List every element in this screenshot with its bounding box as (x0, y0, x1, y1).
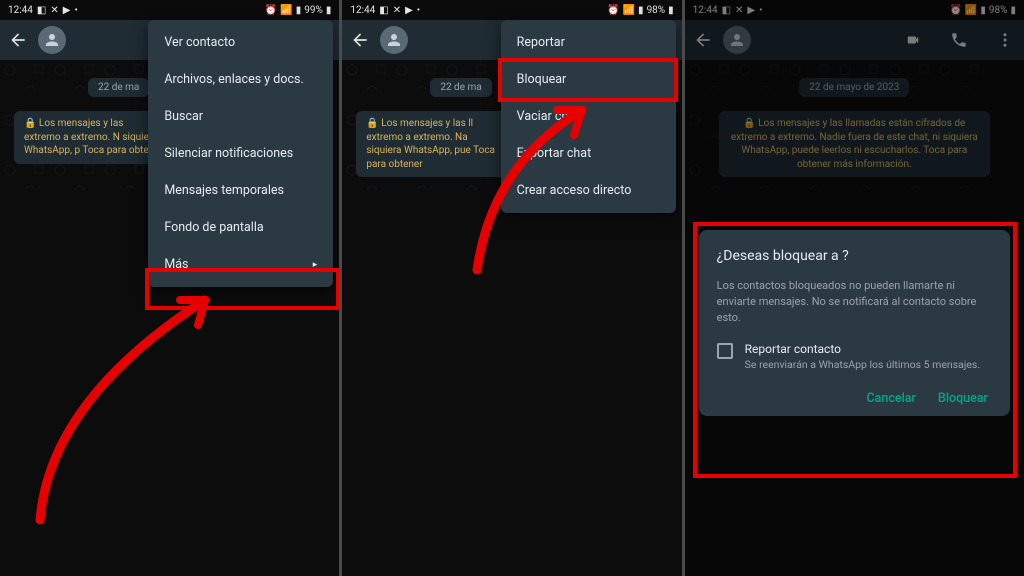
status-bar: 12:44 ◧ ✕ ▶ • ⏰ 📶 ▮ 99% ▮ (0, 0, 339, 20)
chevron-right-icon: ▸ (313, 260, 318, 270)
bird-icon: ✕ (393, 5, 401, 16)
back-button[interactable] (350, 30, 370, 50)
menu-bloquear[interactable]: Bloquear (501, 61, 676, 98)
avatar[interactable] (38, 26, 66, 54)
screenshot-1: 12:44 ◧ ✕ ▶ • ⏰ 📶 ▮ 99% ▮ 22 de ma 🔒 Los… (0, 0, 339, 576)
status-time: 12:44 (8, 5, 33, 16)
date-chip: 22 de mayo de 2023 (799, 78, 909, 97)
menu-archivos[interactable]: Archivos, enlaces y docs. (148, 61, 333, 98)
menu-fondo[interactable]: Fondo de pantalla (148, 209, 333, 246)
signal-icon: ▮ (980, 5, 986, 16)
block-button[interactable]: Bloquear (938, 391, 988, 406)
battery-icon: ▮ (668, 5, 674, 16)
dialog-body: Los contactos bloqueados no pueden llama… (717, 278, 992, 326)
wifi-icon: 📶 (965, 5, 977, 16)
date-chip: 22 de ma (430, 78, 491, 97)
more-options-button[interactable] (994, 29, 1016, 51)
menu-ver-contacto[interactable]: Ver contacto (148, 24, 333, 61)
video-call-button[interactable] (902, 29, 924, 51)
gallery-icon: ◧ (37, 5, 46, 16)
menu-temporales[interactable]: Mensajes temporales (148, 172, 333, 209)
avatar[interactable] (723, 26, 751, 54)
alarm-icon: ⏰ (607, 5, 619, 16)
dot-icon: • (74, 5, 77, 16)
chat-header (685, 20, 1024, 60)
battery-percent: 98% (989, 5, 1008, 16)
menu-acceso-directo[interactable]: Crear acceso directo (501, 172, 676, 209)
dot-icon: • (759, 5, 762, 16)
alarm-icon: ⏰ (949, 5, 961, 16)
battery-percent: 98% (647, 5, 666, 16)
menu-reportar[interactable]: Reportar (501, 24, 676, 61)
cancel-button[interactable]: Cancelar (867, 391, 916, 406)
battery-icon: ▮ (1010, 5, 1016, 16)
dot-icon: • (417, 5, 420, 16)
back-button[interactable] (8, 30, 28, 50)
youtube-icon: ▶ (63, 5, 71, 16)
bird-icon: ✕ (50, 5, 58, 16)
menu-exportar[interactable]: Exportar chat (501, 135, 676, 172)
encryption-notice[interactable]: 🔒 Los mensajes y las llamadas están cifr… (719, 111, 990, 177)
submenu-mas: Reportar Bloquear Vaciar chat Exportar c… (501, 20, 676, 213)
menu-silenciar[interactable]: Silenciar notificaciones (148, 135, 333, 172)
alarm-icon: ⏰ (265, 5, 277, 16)
options-menu: Ver contacto Archivos, enlaces y docs. B… (148, 20, 333, 287)
wifi-icon: 📶 (623, 5, 635, 16)
menu-buscar[interactable]: Buscar (148, 98, 333, 135)
voice-call-button[interactable] (948, 29, 970, 51)
wifi-icon: 📶 (280, 5, 292, 16)
dialog-title: ¿Deseas bloquear a ? (717, 248, 992, 264)
date-chip: 22 de ma (88, 78, 149, 97)
youtube-icon: ▶ (747, 5, 755, 16)
report-label: Reportar contacto (745, 342, 980, 356)
avatar[interactable] (380, 26, 408, 54)
report-checkbox[interactable] (717, 343, 733, 359)
battery-icon: ▮ (326, 5, 332, 16)
signal-icon: ▮ (638, 5, 644, 16)
screenshot-2: 12:44 ◧ ✕ ▶ • ⏰ 📶 ▮ 98% ▮ 22 de ma 🔒 Los… (342, 0, 681, 576)
status-time: 12:44 (693, 5, 718, 16)
status-time: 12:44 (350, 5, 375, 16)
encryption-notice[interactable]: 🔒 Los mensajes y las ll extremo a extrem… (356, 111, 512, 177)
back-button[interactable] (693, 30, 713, 50)
block-dialog: ¿Deseas bloquear a ? Los contactos bloqu… (699, 230, 1010, 416)
status-bar: 12:44 ◧ ✕ ▶ • ⏰ 📶 ▮ 98% ▮ (685, 0, 1024, 20)
status-bar: 12:44 ◧ ✕ ▶ • ⏰ 📶 ▮ 98% ▮ (342, 0, 681, 20)
signal-icon: ▮ (296, 5, 302, 16)
report-sublabel: Se reenviarán a WhatsApp los últimos 5 m… (745, 358, 980, 373)
bird-icon: ✕ (735, 5, 743, 16)
youtube-icon: ▶ (405, 5, 413, 16)
menu-mas[interactable]: Más▸ (148, 246, 333, 283)
gallery-icon: ◧ (722, 5, 731, 16)
battery-percent: 99% (304, 5, 323, 16)
menu-vaciar[interactable]: Vaciar chat (501, 98, 676, 135)
encryption-notice[interactable]: 🔒 Los mensajes y las extremo a extremo. … (14, 111, 170, 164)
screenshot-3: 12:44 ◧ ✕ ▶ • ⏰ 📶 ▮ 98% ▮ 22 de mayo de … (685, 0, 1024, 576)
gallery-icon: ◧ (379, 5, 388, 16)
